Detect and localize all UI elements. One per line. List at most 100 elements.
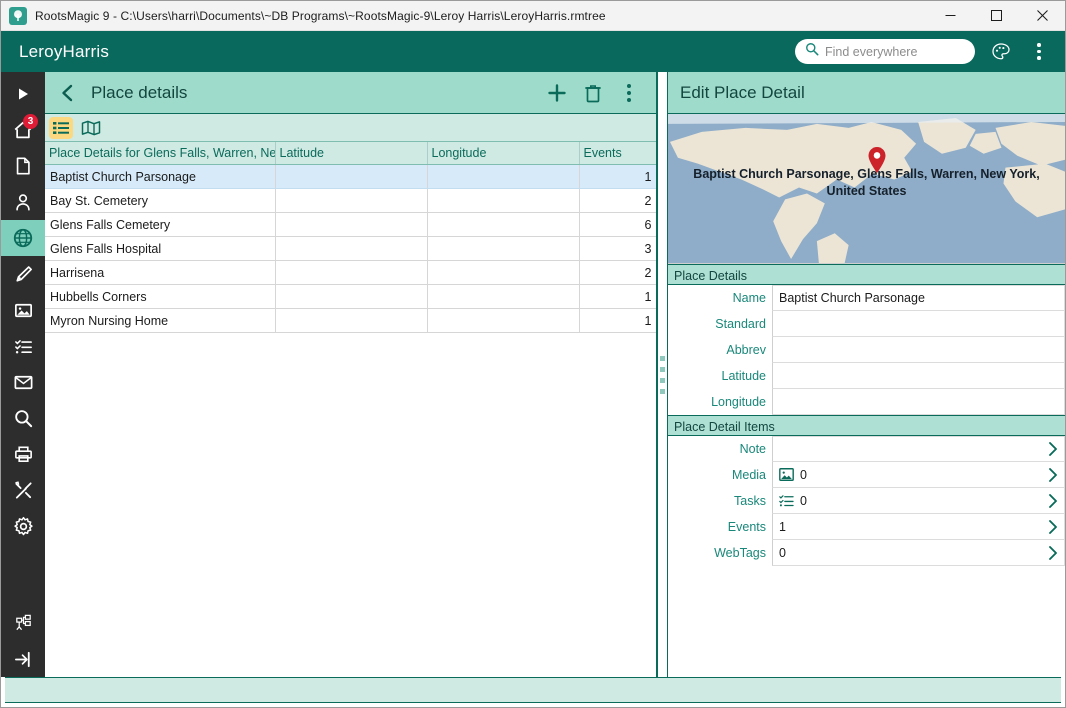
cell-longitude	[427, 236, 580, 261]
edit-place-detail-panel: Edit Place Detail Baptist Church Parsona…	[668, 72, 1065, 677]
cell-events: 2	[579, 260, 656, 285]
sidebar-item-sources[interactable]	[1, 256, 45, 292]
note-row[interactable]	[772, 436, 1065, 462]
table-row[interactable]: Harrisena 2	[45, 260, 656, 285]
sidebar-item-places[interactable]	[1, 220, 45, 256]
abbrev-field[interactable]	[772, 337, 1065, 363]
cell-longitude	[427, 188, 580, 213]
media-row[interactable]: 0	[772, 462, 1065, 488]
label-name: Name	[668, 285, 772, 311]
chevron-right-icon[interactable]	[1048, 467, 1058, 483]
table-row[interactable]: Glens Falls Cemetery 6	[45, 212, 656, 237]
plus-icon[interactable]	[546, 82, 568, 104]
detail-item-tasks[interactable]: Tasks 0	[668, 488, 1065, 514]
sidebar-item-chart-tree[interactable]	[1, 605, 45, 641]
page-title: Place details	[91, 82, 188, 102]
detail-item-webtags[interactable]: WebTags 0	[668, 540, 1065, 566]
webtags-count: 0	[779, 545, 786, 560]
brand-bar: LeroyHarris	[1, 31, 1065, 72]
detail-item-media[interactable]: Media 0	[668, 462, 1065, 488]
cell-latitude	[275, 308, 428, 333]
form-row-name: Name Baptist Church Parsonage	[668, 285, 1065, 311]
search-input[interactable]	[825, 44, 965, 59]
close-button[interactable]	[1019, 1, 1065, 31]
label-webtags: WebTags	[668, 540, 772, 566]
view-mode-bar	[45, 114, 656, 142]
application-window: RootsMagic 9 - C:\Users\harri\Documents\…	[0, 0, 1066, 708]
table-row[interactable]: Baptist Church Parsonage 1	[45, 164, 656, 189]
detail-item-note[interactable]: Note	[668, 436, 1065, 462]
window-controls	[927, 1, 1065, 31]
table-row[interactable]: Bay St. Cemetery 2	[45, 188, 656, 213]
table-row[interactable]: Myron Nursing Home 1	[45, 308, 656, 333]
form-row-standard: Standard	[668, 311, 1065, 337]
sidebar-item-play[interactable]	[1, 76, 45, 112]
sidebar-item-settings[interactable]	[1, 508, 45, 544]
find-everywhere-searchbox[interactable]	[795, 39, 975, 64]
cell-latitude	[275, 260, 428, 285]
panel-splitter[interactable]	[657, 72, 668, 677]
chevron-right-icon[interactable]	[1048, 545, 1058, 561]
column-header-events[interactable]: Events	[579, 142, 656, 165]
label-events: Events	[668, 514, 772, 540]
standard-field[interactable]	[772, 311, 1065, 337]
cell-latitude	[275, 236, 428, 261]
chevron-right-icon[interactable]	[1048, 519, 1058, 535]
form-row-longitude: Longitude	[668, 389, 1065, 415]
cell-place-name: Baptist Church Parsonage	[45, 164, 276, 189]
sidebar-item-tasks[interactable]	[1, 328, 45, 364]
sidebar-item-exit[interactable]	[1, 641, 45, 677]
chevron-right-icon[interactable]	[1048, 441, 1058, 457]
kebab-menu-icon[interactable]	[618, 82, 640, 104]
location-map[interactable]: Baptist Church Parsonage, Glens Falls, W…	[668, 114, 1065, 264]
header-actions	[546, 82, 640, 104]
webtags-row[interactable]: 0	[772, 540, 1065, 566]
sidebar-item-person[interactable]	[1, 184, 45, 220]
longitude-field[interactable]	[772, 389, 1065, 415]
form-row-abbrev: Abbrev	[668, 337, 1065, 363]
tasks-row[interactable]: 0	[772, 488, 1065, 514]
sidebar-item-print[interactable]	[1, 436, 45, 472]
cell-latitude	[275, 284, 428, 309]
chevron-right-icon[interactable]	[1048, 493, 1058, 509]
name-field[interactable]: Baptist Church Parsonage	[772, 285, 1065, 311]
table-header: Place Details for Glens Falls, Warren, N…	[45, 142, 656, 165]
search-icon	[805, 42, 819, 61]
places-table: Place Details for Glens Falls, Warren, N…	[45, 142, 656, 333]
trash-icon[interactable]	[582, 82, 604, 104]
back-button[interactable]	[51, 83, 85, 103]
table-row[interactable]: Hubbells Corners 1	[45, 284, 656, 309]
label-latitude: Latitude	[668, 363, 772, 389]
column-header-longitude[interactable]: Longitude	[427, 142, 580, 165]
cell-events: 1	[579, 164, 656, 189]
latitude-field[interactable]	[772, 363, 1065, 389]
home-badge: 3	[23, 114, 38, 129]
events-row[interactable]: 1	[772, 514, 1065, 540]
palette-icon[interactable]	[989, 40, 1013, 64]
database-name: LeroyHarris	[19, 41, 110, 61]
cell-place-name: Harrisena	[45, 260, 276, 285]
column-header-place[interactable]: Place Details for Glens Falls, Warren, N…	[45, 142, 276, 165]
label-note: Note	[668, 436, 772, 462]
main-body: 3 Place details Place Details for Glens …	[1, 72, 1065, 677]
window-title: RootsMagic 9 - C:\Users\harri\Documents\…	[35, 8, 606, 23]
detail-item-events[interactable]: Events 1	[668, 514, 1065, 540]
list-view-toggle[interactable]	[49, 116, 73, 139]
edit-place-detail-header: Edit Place Detail	[668, 72, 1065, 114]
table-row[interactable]: Glens Falls Hospital 3	[45, 236, 656, 261]
sidebar-item-tools[interactable]	[1, 472, 45, 508]
minimize-button[interactable]	[927, 1, 973, 31]
label-standard: Standard	[668, 311, 772, 337]
cell-longitude	[427, 260, 580, 285]
column-header-latitude[interactable]: Latitude	[275, 142, 428, 165]
map-view-toggle[interactable]	[79, 117, 103, 139]
kebab-menu-icon[interactable]	[1027, 40, 1051, 64]
sidebar-item-search[interactable]	[1, 400, 45, 436]
sidebar-item-media[interactable]	[1, 292, 45, 328]
maximize-button[interactable]	[973, 1, 1019, 31]
sidebar-item-home[interactable]: 3	[1, 112, 45, 148]
sidebar-item-document[interactable]	[1, 148, 45, 184]
sidebar-item-mail[interactable]	[1, 364, 45, 400]
places-table-container[interactable]: Place Details for Glens Falls, Warren, N…	[45, 142, 656, 677]
tasks-icon	[779, 494, 794, 507]
